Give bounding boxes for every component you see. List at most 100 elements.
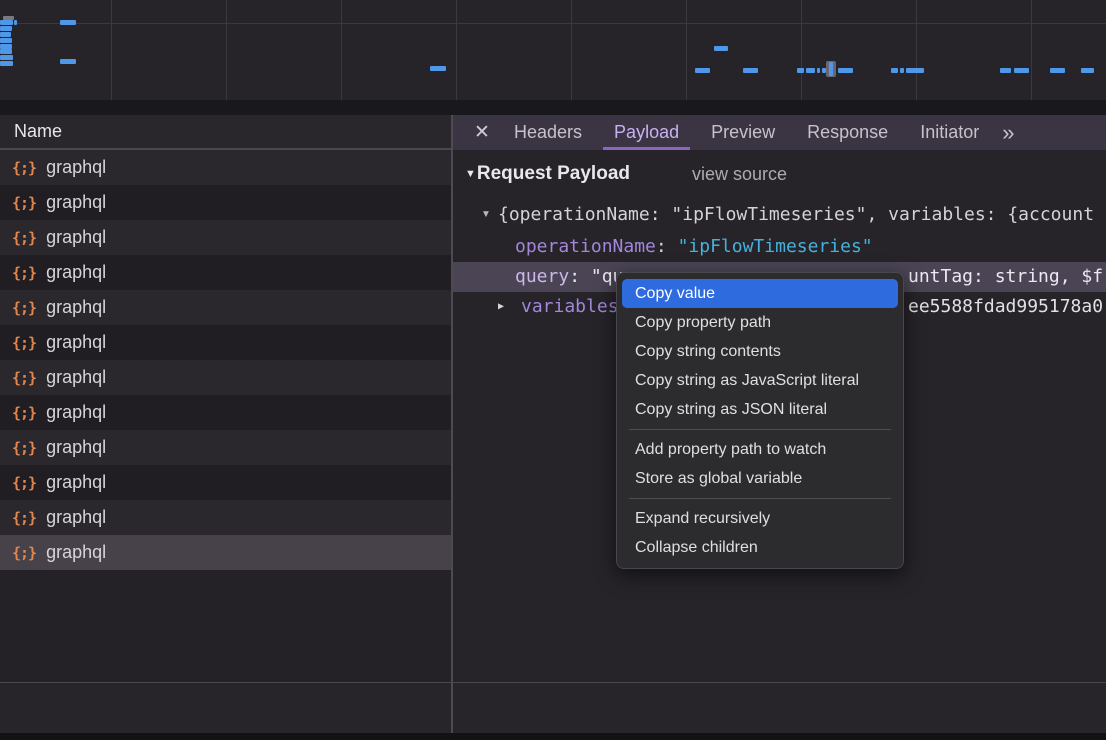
tab-payload[interactable]: Payload: [601, 115, 692, 150]
json-braces-icon: {;}: [12, 474, 36, 492]
menu-separator: [629, 429, 891, 430]
request-name: graphql: [46, 507, 106, 528]
network-request-row[interactable]: {;}graphql: [0, 220, 451, 255]
property-value-continued: untTag: string, $f: [908, 262, 1103, 292]
json-braces-icon: {;}: [12, 439, 36, 457]
main-split: Name {;} graphql {;} graphql {;} graphql {;} gr…: [0, 115, 1106, 682]
waterfall-bar: [0, 32, 11, 37]
tab-response[interactable]: Response: [794, 115, 901, 150]
json-braces-icon: {;}: [12, 229, 36, 247]
menu-item-store-as-global-variable[interactable]: Store as global variable: [622, 464, 898, 493]
json-braces-icon: {;}: [12, 334, 36, 352]
property-value: "ipFlowTimeseries": [678, 236, 873, 257]
network-overview-timeline[interactable]: [0, 0, 1106, 100]
network-request-row[interactable]: {;} graphql: [0, 255, 451, 290]
section-title: Request Payload: [477, 163, 630, 185]
request-name: graphql: [46, 402, 106, 423]
property-key: query: [515, 266, 569, 287]
network-request-row[interactable]: {;} graphql: [0, 465, 451, 500]
waterfall-bar: [1050, 68, 1065, 73]
tab-initiator[interactable]: Initiator: [907, 115, 992, 150]
waterfall-bar: [1000, 68, 1011, 73]
request-name: graphql: [46, 262, 106, 283]
waterfall-bar: [806, 68, 815, 73]
json-braces-icon: {;}: [12, 509, 36, 527]
menu-item-copy-string-as-json-literal[interactable]: Copy string as JSON literal: [622, 395, 898, 424]
devtools-window: Name {;} graphql {;} graphql {;} graphql {;} gr…: [0, 0, 1110, 740]
view-source-link[interactable]: view source: [692, 164, 787, 185]
request-name: graphql: [46, 192, 106, 213]
network-request-row[interactable]: {;} graphql: [0, 290, 451, 325]
waterfall-bar: [430, 66, 446, 71]
request-name: graphql: [46, 472, 106, 493]
menu-item-collapse-children[interactable]: Collapse children: [622, 533, 898, 562]
waterfall-bar: [1081, 68, 1094, 73]
menu-item-copy-property-path[interactable]: Copy property path: [622, 308, 898, 337]
menu-item-copy-string-contents[interactable]: Copy string contents: [622, 337, 898, 366]
request-name: graphql: [46, 157, 106, 178]
waterfall-bar: [60, 59, 76, 64]
json-braces-icon: {;}: [12, 264, 36, 282]
overview-divider: [0, 100, 1106, 115]
name-column-header[interactable]: Name: [0, 115, 451, 150]
waterfall-bar: [60, 20, 76, 25]
waterfall-bar: [817, 68, 820, 73]
close-icon[interactable]: ✕: [469, 121, 495, 144]
waterfall-bar: [0, 61, 13, 66]
details-tabbar: ✕ HeadersPayloadPreviewResponseInitiator…: [453, 115, 1106, 150]
menu-item-add-property-path-to-watch[interactable]: Add property path to watch: [622, 435, 898, 464]
waterfall-bar: [797, 68, 804, 73]
menu-item-expand-recursively[interactable]: Expand recursively: [622, 504, 898, 533]
property-value-continued: ee5588fdad995178a0: [908, 292, 1103, 322]
json-braces-icon: {;}: [12, 194, 36, 212]
network-request-row[interactable]: {;}graphql: [0, 535, 451, 570]
menu-item-copy-value[interactable]: Copy value: [622, 279, 898, 308]
tab-headers[interactable]: Headers: [501, 115, 595, 150]
request-list-panel: Name {;} graphql {;} graphql {;} graphql {;} gr…: [0, 115, 453, 682]
collapse-triangle-icon[interactable]: ▼: [465, 168, 476, 180]
status-footer: [0, 682, 1106, 733]
json-braces-icon: {;}: [12, 299, 36, 317]
property-key: operationName: [515, 236, 656, 257]
network-request-row[interactable]: {;} graphql: [0, 500, 451, 535]
footer-right: [453, 683, 1106, 733]
network-request-row[interactable]: {;} graphql: [0, 430, 451, 465]
waterfall-bar: [900, 68, 904, 73]
waterfall-bar: [743, 68, 758, 73]
network-request-row[interactable]: {;}graphql: [0, 360, 451, 395]
property-row-operationName[interactable]: operationName: "ipFlowTimeseries": [453, 232, 1106, 262]
waterfall-bar: [0, 26, 12, 31]
waterfall-bar: [14, 20, 17, 25]
waterfall-bar: [695, 68, 710, 73]
waterfall-bar: [0, 38, 12, 43]
menu-separator: [629, 498, 891, 499]
expand-triangle-icon[interactable]: ▶: [498, 292, 504, 322]
property-key: variables: [521, 296, 619, 317]
waterfall-bar: [1014, 68, 1029, 73]
expand-triangle-icon[interactable]: ▼: [481, 200, 491, 230]
request-name: graphql: [46, 437, 106, 458]
network-request-row[interactable]: {;} graphql: [0, 150, 451, 185]
json-braces-icon: {;}: [12, 404, 36, 422]
network-request-row[interactable]: {;} graphql: [0, 325, 451, 360]
window-bottom-bar: [0, 733, 1106, 740]
more-tabs-icon[interactable]: »: [1002, 120, 1012, 146]
footer-left: [0, 683, 453, 733]
waterfall-bar: [0, 20, 13, 25]
waterfall-bar: [714, 46, 728, 51]
request-name: graphql: [46, 332, 106, 353]
waterfall-bar: [0, 55, 13, 60]
request-payload-section-header[interactable]: ▼ Request Payload view source: [465, 163, 787, 185]
json-braces-icon: {;}: [12, 369, 36, 387]
payload-summary-row[interactable]: ▼ {operationName: "ipFlowTimeseries", va…: [453, 200, 1106, 230]
name-column-label: Name: [14, 121, 62, 142]
context-menu: Copy valueCopy property pathCopy string …: [616, 272, 904, 569]
menu-item-copy-string-as-javascript-literal[interactable]: Copy string as JavaScript literal: [622, 366, 898, 395]
payload-summary-text: {operationName: "ipFlowTimeseries", vari…: [498, 200, 1094, 230]
request-name: graphql: [46, 297, 106, 318]
tab-preview[interactable]: Preview: [698, 115, 788, 150]
network-request-row[interactable]: {;} graphql: [0, 185, 451, 220]
waterfall-bar: [838, 68, 853, 73]
json-braces-icon: {;}: [12, 159, 36, 177]
network-request-row[interactable]: {;} graphql: [0, 395, 451, 430]
